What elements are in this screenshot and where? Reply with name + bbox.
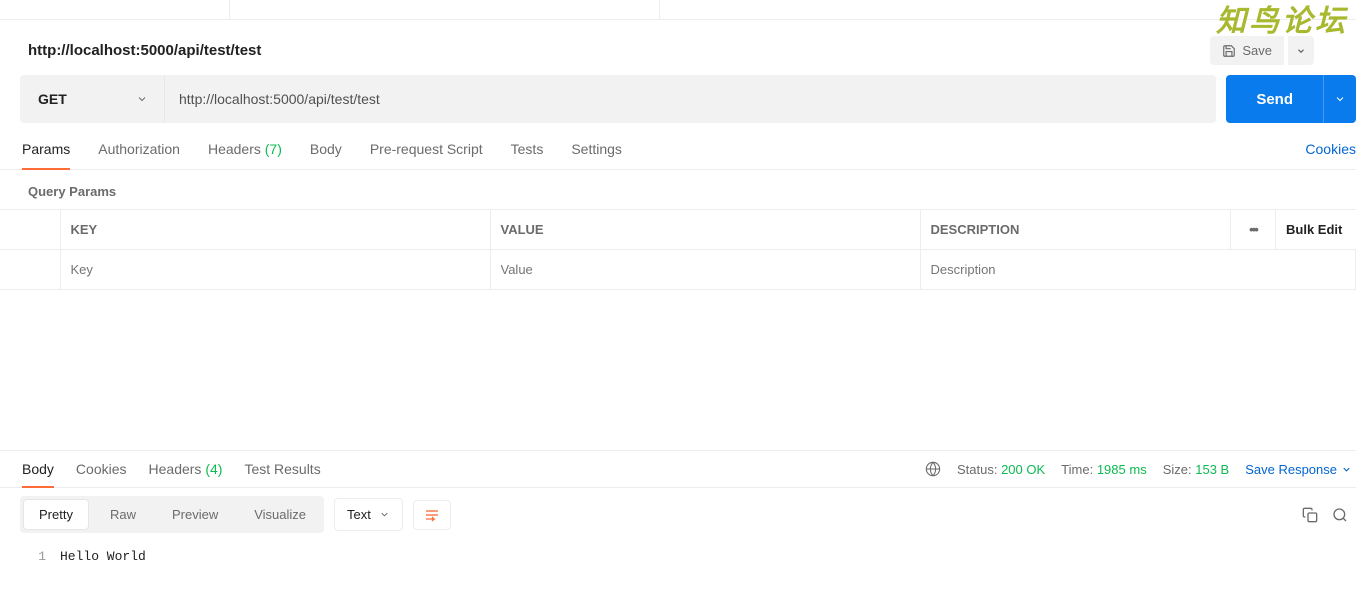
view-raw[interactable]: Raw (92, 496, 154, 533)
resp-tab-cookies[interactable]: Cookies (76, 461, 127, 487)
tab-settings[interactable]: Settings (571, 141, 622, 169)
tab-prerequest[interactable]: Pre-request Script (370, 141, 483, 169)
code-line[interactable]: Hello World (60, 549, 146, 564)
line-number: 1 (0, 549, 60, 564)
wrap-lines-button[interactable] (413, 500, 451, 530)
table-row (0, 250, 1356, 290)
top-tabs-strip (0, 0, 1356, 20)
key-header: KEY (60, 210, 490, 250)
more-options[interactable]: ••• (1231, 210, 1276, 250)
save-response-label: Save Response (1245, 462, 1337, 477)
url-input[interactable] (165, 75, 1216, 123)
tab-headers[interactable]: Headers (7) (208, 141, 282, 169)
tab-body[interactable]: Body (310, 141, 342, 169)
search-icon[interactable] (1332, 507, 1348, 523)
status-label: Status: (957, 462, 997, 477)
tab-authorization[interactable]: Authorization (98, 141, 180, 169)
top-tab[interactable] (440, 0, 660, 19)
save-response-button[interactable]: Save Response (1245, 462, 1352, 477)
description-input[interactable] (931, 262, 1346, 277)
table-header-row: KEY VALUE DESCRIPTION ••• Bulk Edit (0, 210, 1356, 250)
globe-icon[interactable] (925, 461, 941, 477)
method-select[interactable]: GET (20, 75, 165, 123)
resp-tab-headers[interactable]: Headers (4) (149, 461, 223, 487)
size-label: Size: (1163, 462, 1192, 477)
params-table: KEY VALUE DESCRIPTION ••• Bulk Edit (0, 209, 1356, 290)
save-label: Save (1242, 43, 1272, 58)
save-dropdown[interactable] (1288, 36, 1314, 65)
response-meta: Status: 200 OK Time: 1985 ms Size: 153 B… (925, 461, 1356, 487)
tab-params[interactable]: Params (22, 141, 70, 169)
view-pretty[interactable]: Pretty (23, 499, 89, 530)
request-title-bar: http://localhost:5000/api/test/test Save (0, 20, 1356, 75)
description-header: DESCRIPTION (920, 210, 1231, 250)
save-icon (1222, 44, 1236, 58)
tab-tests[interactable]: Tests (511, 141, 544, 169)
view-visualize[interactable]: Visualize (236, 496, 324, 533)
response-body: 1 Hello World (0, 541, 1356, 564)
request-title: http://localhost:5000/api/test/test (28, 42, 261, 59)
lang-select[interactable]: Text (334, 498, 403, 531)
wrap-icon (424, 508, 440, 522)
cookies-link[interactable]: Cookies (1305, 141, 1356, 169)
chevron-down-icon (1296, 46, 1306, 56)
bulk-edit-button[interactable]: Bulk Edit (1276, 210, 1356, 250)
view-mode-group: Pretty Raw Preview Visualize (20, 496, 324, 533)
query-params-label: Query Params (0, 170, 1356, 209)
view-preview[interactable]: Preview (154, 496, 236, 533)
status-value: 200 OK (1001, 462, 1045, 477)
checkbox-column (0, 210, 60, 250)
value-header: VALUE (490, 210, 920, 250)
request-tabs: Params Authorization Headers (7) Body Pr… (0, 123, 1356, 170)
resp-headers-label: Headers (149, 461, 202, 477)
response-panel: Body Cookies Headers (4) Test Results St… (0, 450, 1356, 595)
resp-tab-body[interactable]: Body (22, 461, 54, 487)
copy-icon[interactable] (1302, 507, 1318, 523)
save-button[interactable]: Save (1210, 36, 1284, 65)
tab-headers-label: Headers (208, 141, 261, 157)
chevron-down-icon (379, 509, 390, 520)
send-button[interactable]: Send (1226, 75, 1323, 123)
row-checkbox[interactable] (0, 250, 60, 290)
url-row: GET Send (0, 75, 1356, 123)
time-value: 1985 ms (1097, 462, 1147, 477)
chevron-down-icon (1334, 93, 1346, 105)
headers-count: (7) (265, 141, 282, 157)
chevron-down-icon (1341, 464, 1352, 475)
chevron-down-icon (136, 93, 148, 105)
top-tab[interactable] (10, 0, 230, 19)
resp-tab-tests[interactable]: Test Results (244, 461, 320, 487)
key-input[interactable] (71, 262, 480, 277)
response-tabs: Body Cookies Headers (4) Test Results St… (0, 451, 1356, 487)
lang-label: Text (347, 507, 371, 522)
response-view-row: Pretty Raw Preview Visualize Text (0, 487, 1356, 541)
size-value: 153 B (1195, 462, 1229, 477)
method-url-group: GET (20, 75, 1216, 123)
value-input[interactable] (501, 262, 910, 277)
method-label: GET (38, 91, 67, 107)
time-label: Time: (1061, 462, 1093, 477)
resp-headers-count: (4) (205, 461, 222, 477)
send-dropdown[interactable] (1323, 75, 1356, 123)
